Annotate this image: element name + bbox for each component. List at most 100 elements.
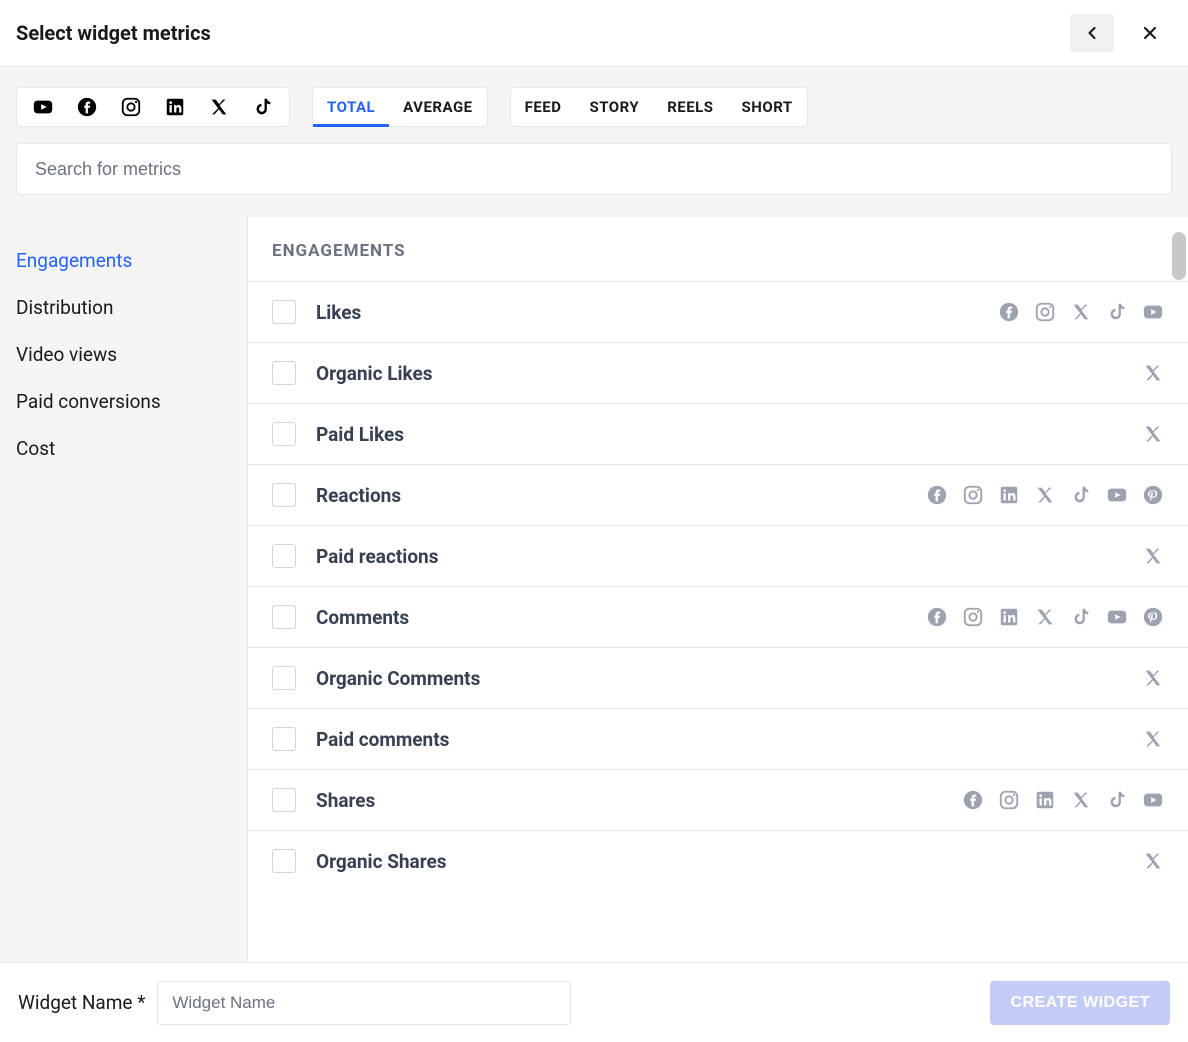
metric-label: Shares (316, 789, 962, 812)
metric-platform-icons (1142, 850, 1164, 872)
facebook-icon (76, 96, 98, 118)
linkedin-icon (164, 96, 186, 118)
x-icon (208, 96, 230, 118)
platform-tab-linkedin[interactable] (153, 88, 197, 126)
tiktok-icon (252, 96, 274, 118)
x-icon (1142, 362, 1164, 384)
metric-checkbox[interactable] (272, 483, 296, 507)
metric-row: Paid reactions (248, 525, 1188, 586)
metric-platform-icons (926, 484, 1164, 506)
content-type-tabs: FEED STORY REELS SHORT (510, 87, 808, 127)
pinterest-icon (1142, 606, 1164, 628)
metric-checkbox[interactable] (272, 361, 296, 385)
platform-tab-facebook[interactable] (65, 88, 109, 126)
metric-label: Organic Comments (316, 667, 1142, 690)
tab-average[interactable]: AVERAGE (389, 88, 486, 126)
metric-label: Comments (316, 606, 926, 629)
widget-name-label: Widget Name * (18, 991, 145, 1014)
metric-row: Likes (248, 281, 1188, 342)
platform-tab-x[interactable] (197, 88, 241, 126)
metric-row: Organic Shares (248, 830, 1188, 891)
facebook-icon (998, 301, 1020, 323)
youtube-icon (1106, 484, 1128, 506)
metric-checkbox[interactable] (272, 544, 296, 568)
sidebar-item-engagements[interactable]: Engagements (16, 237, 231, 284)
metric-row: Paid comments (248, 708, 1188, 769)
metric-label: Organic Likes (316, 362, 1142, 385)
tab-story[interactable]: STORY (575, 88, 653, 126)
metric-platform-icons (1142, 728, 1164, 750)
metric-platform-icons (1142, 423, 1164, 445)
section-heading: ENGAGEMENTS (248, 217, 1188, 281)
metric-row: Organic Likes (248, 342, 1188, 403)
metric-label: Paid Likes (316, 423, 1142, 446)
chevron-left-icon (1082, 23, 1102, 43)
metrics-panel: ENGAGEMENTS Likes Organic Likes Paid Likes… (248, 217, 1188, 963)
tab-feed[interactable]: FEED (511, 88, 576, 126)
sidebar-item-paid_conversions[interactable]: Paid conversions (16, 378, 231, 425)
metric-platform-icons (998, 301, 1164, 323)
search-input[interactable] (16, 143, 1172, 195)
x-icon (1142, 728, 1164, 750)
linkedin-icon (998, 484, 1020, 506)
youtube-icon (1142, 789, 1164, 811)
youtube-icon (1106, 606, 1128, 628)
x-icon (1034, 484, 1056, 506)
tiktok-icon (1106, 789, 1128, 811)
close-icon (1140, 23, 1160, 43)
sidebar-item-video_views[interactable]: Video views (16, 331, 231, 378)
metric-label: Organic Shares (316, 850, 1142, 873)
metric-checkbox[interactable] (272, 605, 296, 629)
metric-label: Paid reactions (316, 545, 1142, 568)
metric-row: Paid Likes (248, 403, 1188, 464)
youtube-icon (1142, 301, 1164, 323)
tiktok-icon (1106, 301, 1128, 323)
facebook-icon (962, 789, 984, 811)
metric-platform-icons (1142, 667, 1164, 689)
tiktok-icon (1070, 606, 1092, 628)
instagram-icon (962, 484, 984, 506)
metric-label: Paid comments (316, 728, 1142, 751)
pinterest-icon (1142, 484, 1164, 506)
linkedin-icon (1034, 789, 1056, 811)
platform-tab-instagram[interactable] (109, 88, 153, 126)
metric-checkbox[interactable] (272, 666, 296, 690)
tab-reels[interactable]: REELS (653, 88, 727, 126)
sidebar-item-distribution[interactable]: Distribution (16, 284, 231, 331)
tab-short[interactable]: SHORT (728, 88, 807, 126)
x-icon (1142, 850, 1164, 872)
instagram-icon (1034, 301, 1056, 323)
metric-checkbox[interactable] (272, 300, 296, 324)
metric-platform-icons (1142, 362, 1164, 384)
tab-total[interactable]: TOTAL (313, 88, 389, 126)
x-icon (1142, 667, 1164, 689)
metric-checkbox[interactable] (272, 422, 296, 446)
platform-tab-tiktok[interactable] (241, 88, 285, 126)
dialog-header: Select widget metrics (0, 0, 1188, 67)
linkedin-icon (998, 606, 1020, 628)
toolbar: TOTAL AVERAGE FEED STORY REELS SHORT (0, 67, 1188, 139)
sidebar-item-cost[interactable]: Cost (16, 425, 231, 472)
x-icon (1142, 545, 1164, 567)
metric-checkbox[interactable] (272, 788, 296, 812)
back-button[interactable] (1070, 14, 1114, 52)
facebook-icon (926, 484, 948, 506)
metric-row: Organic Comments (248, 647, 1188, 708)
metric-platform-icons (926, 606, 1164, 628)
category-sidebar: EngagementsDistributionVideo viewsPaid c… (0, 217, 248, 963)
x-icon (1070, 789, 1092, 811)
metric-label: Reactions (316, 484, 926, 507)
platform-filter-group (16, 87, 290, 127)
search-row (0, 139, 1188, 217)
platform-tab-youtube[interactable] (21, 88, 65, 126)
scrollbar-thumb[interactable] (1172, 232, 1186, 280)
metric-checkbox[interactable] (272, 727, 296, 751)
close-button[interactable] (1128, 14, 1172, 52)
x-icon (1142, 423, 1164, 445)
dialog-title: Select widget metrics (16, 21, 211, 45)
instagram-icon (962, 606, 984, 628)
widget-name-input[interactable] (157, 981, 571, 1025)
create-widget-button[interactable]: CREATE WIDGET (990, 981, 1170, 1025)
metric-row: Comments (248, 586, 1188, 647)
metric-checkbox[interactable] (272, 849, 296, 873)
